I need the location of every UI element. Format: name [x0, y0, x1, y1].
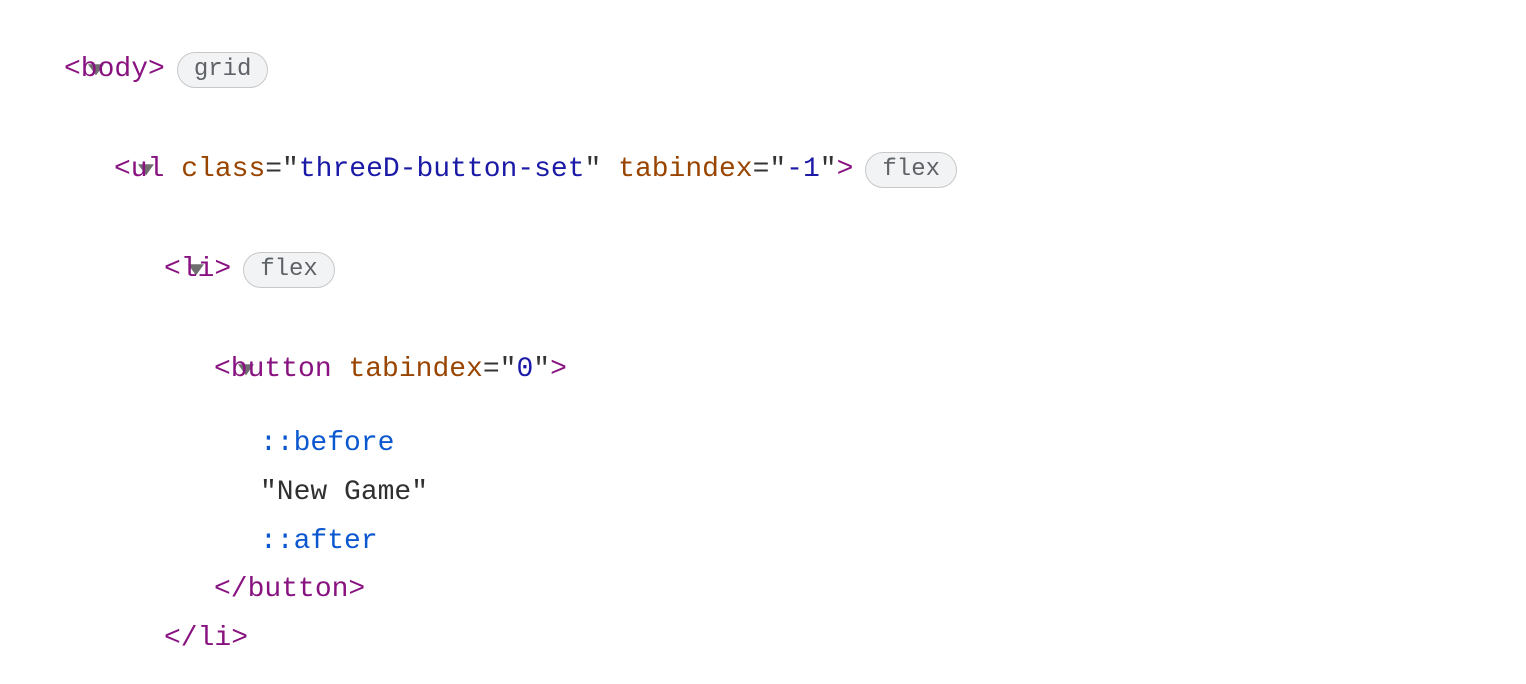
attr-eq: =": [483, 348, 517, 393]
tag-button-close: </button>: [214, 568, 365, 613]
attr-value-class: threeD-button-set: [299, 148, 585, 193]
dom-node-button-close[interactable]: </button>: [0, 566, 1526, 615]
attr-name-class: class: [181, 148, 265, 193]
layout-badge-flex[interactable]: flex: [865, 152, 957, 188]
attr-name-tabindex: tabindex: [618, 148, 752, 193]
attr-quote-close: ": [533, 348, 550, 393]
dom-node-button[interactable]: <button tabindex =" 0 " >: [0, 320, 1526, 420]
expand-arrow-icon[interactable]: [190, 322, 214, 418]
attr-value-tabindex: -1: [786, 148, 820, 193]
tag-body-open: <body>: [64, 48, 165, 93]
attr-eq: =": [753, 148, 787, 193]
layout-badge-flex[interactable]: flex: [243, 252, 335, 288]
attr-value-tabindex: 0: [516, 348, 533, 393]
dom-node-li[interactable]: <li> flex: [0, 220, 1526, 320]
attr-name-tabindex: tabindex: [348, 348, 482, 393]
dom-node-li-close[interactable]: </li>: [0, 615, 1526, 664]
attr-eq: =": [265, 148, 299, 193]
expand-arrow-icon[interactable]: [40, 22, 64, 118]
tag-ul-open-right: >: [837, 148, 854, 193]
layout-badge-grid[interactable]: grid: [177, 52, 269, 88]
dom-node-ul[interactable]: <ul class =" threeD-button-set " tabinde…: [0, 120, 1526, 220]
expand-arrow-icon[interactable]: [90, 122, 114, 218]
attr-quote-close: ": [820, 148, 837, 193]
tag-button-open-right: >: [550, 348, 567, 393]
tag-ul-open-left: <ul: [114, 148, 164, 193]
dom-pseudo-before[interactable]: ::before: [0, 420, 1526, 469]
tag-button-open-left: <button: [214, 348, 332, 393]
dom-pseudo-after[interactable]: ::after: [0, 518, 1526, 567]
tag-li-open: <li>: [164, 248, 231, 293]
dom-node-body[interactable]: <body> grid: [0, 20, 1526, 120]
pseudo-before: ::before: [260, 422, 394, 467]
dom-text-node[interactable]: "New Game": [0, 469, 1526, 518]
expand-arrow-icon[interactable]: [140, 222, 164, 318]
tag-li-close: </li>: [164, 617, 248, 662]
pseudo-after: ::after: [260, 520, 378, 565]
attr-quote-close: ": [585, 148, 602, 193]
text-node-content: "New Game": [260, 471, 428, 516]
